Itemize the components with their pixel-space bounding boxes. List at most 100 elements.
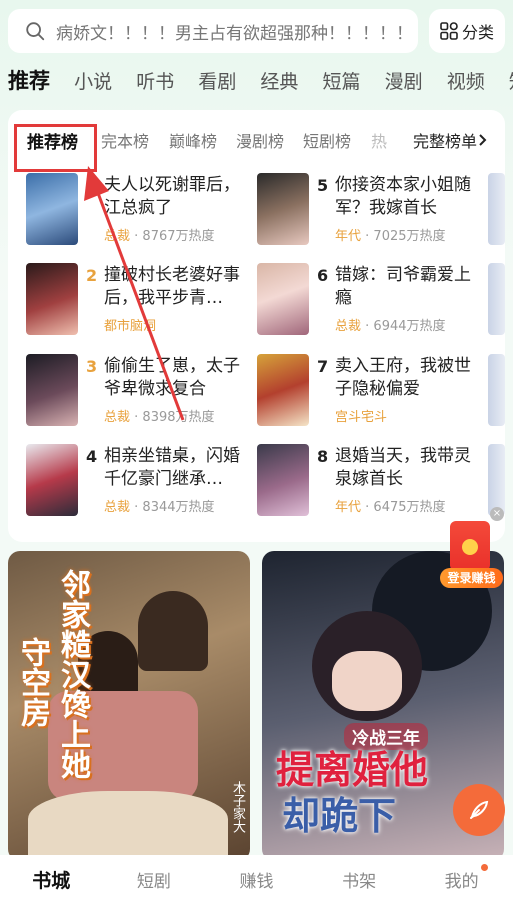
next-book-cover bbox=[488, 263, 505, 335]
tab-knowledge[interactable]: 知识 bbox=[509, 65, 513, 99]
illustration-figure bbox=[332, 651, 402, 711]
search-icon bbox=[26, 22, 45, 41]
chevron-right-icon bbox=[479, 134, 487, 146]
illustration-figure bbox=[28, 791, 228, 861]
book-meta: 都市脑洞 bbox=[104, 315, 156, 334]
bottom-tab-bookshelf[interactable]: 书架 bbox=[319, 867, 399, 892]
book-cover bbox=[26, 173, 78, 245]
book-rank: 4 bbox=[86, 447, 98, 466]
bottom-tab-profile[interactable]: 我的 bbox=[422, 863, 502, 892]
book-meta: 总裁 · 8767万热度 bbox=[104, 229, 215, 244]
book-rank: 8 bbox=[317, 447, 329, 466]
full-ranking-link[interactable]: 完整榜单 bbox=[413, 125, 505, 155]
book-item[interactable]: 6 错嫁：司爷霸爱上瘾 总裁 · 6944万热度 bbox=[257, 263, 487, 343]
book-rank: 2 bbox=[86, 266, 98, 285]
tab-comic-drama[interactable]: 漫剧 bbox=[385, 65, 423, 99]
rank-tab-completed[interactable]: 完本榜 bbox=[101, 128, 149, 152]
book-item[interactable]: 3 偷偷生了崽，太子爷卑微求复合 总裁 · 8398万热度 bbox=[26, 354, 256, 434]
tab-audiobook[interactable]: 听书 bbox=[136, 65, 174, 99]
ranking-tabs: 推荐榜 完本榜 巅峰榜 漫剧榜 短剧榜 热 完整榜单 bbox=[8, 120, 505, 172]
coin-icon bbox=[462, 539, 478, 555]
close-icon[interactable]: × bbox=[490, 507, 504, 521]
red-packet-label: 登录赚钱 bbox=[440, 568, 503, 588]
book-cover bbox=[257, 354, 309, 426]
book-tag: 总裁 bbox=[104, 229, 131, 244]
tab-recommend[interactable]: 推荐 bbox=[8, 64, 50, 98]
search-placeholder: 病娇文！！！！男主占有欲超强那种！！！！！ bbox=[56, 23, 413, 44]
banner-title: 提离婚他 却跪下 bbox=[276, 747, 428, 839]
book-title: 错嫁：司爷霸爱上瘾 bbox=[335, 265, 471, 308]
bottom-tab-profile-label: 我的 bbox=[444, 871, 479, 892]
rank-tab-short-drama[interactable]: 短剧榜 bbox=[303, 128, 351, 152]
rank-tab-comic-drama[interactable]: 漫剧榜 bbox=[236, 128, 284, 152]
tab-classic[interactable]: 经典 bbox=[260, 65, 298, 99]
rank-tab-recommend[interactable]: 推荐榜 bbox=[27, 128, 78, 153]
bottom-navigation: 书城 短剧 赚钱 书架 我的 bbox=[0, 855, 513, 903]
book-title: 夫人以死谢罪后，江总疯了 bbox=[104, 175, 240, 218]
promo-banner-left[interactable]: 邻家糙汉馋上她 守空房 木子家大 bbox=[8, 551, 250, 861]
book-cover bbox=[26, 444, 78, 516]
next-book-cover bbox=[488, 444, 505, 516]
book-heat: 8344万热度 bbox=[142, 500, 215, 515]
book-cover bbox=[26, 354, 78, 426]
book-title: 卖入王府，我被世子隐秘偏爱 bbox=[335, 356, 471, 399]
book-title: 退婚当天，我带灵泉嫁首长 bbox=[335, 446, 471, 489]
next-book-cover bbox=[488, 173, 505, 245]
category-label: 分类 bbox=[461, 23, 494, 42]
book-tag: 宫斗宅斗 bbox=[335, 410, 388, 425]
category-button[interactable]: 分类 bbox=[429, 9, 505, 53]
book-cover bbox=[257, 263, 309, 335]
book-heat: 6475万热度 bbox=[373, 500, 446, 515]
full-ranking-label: 完整榜单 bbox=[413, 132, 478, 151]
book-rank: 6 bbox=[317, 266, 329, 285]
book-item[interactable]: 4 相亲坐错桌，闪婚千亿豪门继承… 总裁 · 8344万热度 bbox=[26, 444, 256, 524]
book-cover bbox=[257, 444, 309, 516]
main-nav-tabs: 推荐 小说 听书 看剧 经典 短篇 漫剧 视频 知识 bbox=[8, 64, 513, 100]
book-cover bbox=[26, 263, 78, 335]
banner-title: 邻家糙汉馋上她 bbox=[55, 569, 90, 779]
tab-drama[interactable]: 看剧 bbox=[198, 65, 236, 99]
banner-title-secondary: 守空房 bbox=[15, 637, 50, 727]
book-item[interactable]: 5 你接资本家小姐随军？我嫁首长 年代 · 7025万热度 bbox=[257, 173, 487, 253]
book-rank: 5 bbox=[317, 176, 329, 195]
book-title: 偷偷生了崽，太子爷卑微求复合 bbox=[104, 356, 240, 399]
book-tag: 年代 bbox=[335, 500, 362, 515]
banner-title-line2: 却跪下 bbox=[282, 793, 397, 838]
book-title: 你接资本家小姐随军？我嫁首长 bbox=[335, 175, 471, 218]
book-tag: 总裁 bbox=[104, 410, 131, 425]
bottom-tab-short-drama[interactable]: 短剧 bbox=[114, 867, 194, 892]
book-meta: 年代 · 6475万热度 bbox=[335, 500, 446, 515]
book-heat: 6944万热度 bbox=[373, 319, 446, 334]
bottom-tab-bookstore[interactable]: 书城 bbox=[11, 866, 91, 893]
book-item[interactable]: 8 退婚当天，我带灵泉嫁首长 年代 · 6475万热度 bbox=[257, 444, 487, 524]
book-heat: 8398万热度 bbox=[142, 410, 215, 425]
book-heat: 7025万热度 bbox=[373, 229, 446, 244]
search-row: 病娇文！！！！男主占有欲超强那种！！！！！ 分类 bbox=[8, 9, 505, 53]
banner-author: 木子家大 bbox=[230, 781, 245, 833]
floating-feather-button[interactable] bbox=[453, 784, 505, 836]
bottom-tab-earn[interactable]: 赚钱 bbox=[216, 867, 296, 892]
search-input[interactable]: 病娇文！！！！男主占有欲超强那种！！！！！ bbox=[8, 9, 418, 53]
book-title: 相亲坐错桌，闪婚千亿豪门继承… bbox=[104, 446, 240, 489]
book-rank: 7 bbox=[317, 357, 329, 376]
book-item[interactable]: 2 撞破村长老婆好事后，我平步青… 都市脑洞 bbox=[26, 263, 256, 343]
tab-short[interactable]: 短篇 bbox=[323, 65, 361, 99]
book-heat: 8767万热度 bbox=[142, 229, 215, 244]
book-tag: 总裁 bbox=[335, 319, 362, 334]
book-meta: 年代 · 7025万热度 bbox=[335, 229, 446, 244]
book-title: 撞破村长老婆好事后，我平步青… bbox=[104, 265, 240, 308]
book-meta: 总裁 · 6944万热度 bbox=[335, 319, 446, 334]
illustration-figure bbox=[138, 591, 208, 671]
tab-video[interactable]: 视频 bbox=[447, 65, 485, 99]
book-rank: 3 bbox=[86, 357, 98, 376]
rank-tab-peak[interactable]: 巅峰榜 bbox=[169, 128, 217, 152]
next-book-cover bbox=[488, 354, 505, 426]
notification-dot bbox=[480, 863, 488, 871]
book-item[interactable]: 7 卖入王府，我被世子隐秘偏爱 宫斗宅斗 bbox=[257, 354, 487, 434]
tab-novel[interactable]: 小说 bbox=[74, 65, 112, 99]
book-item[interactable]: 1 夫人以死谢罪后，江总疯了 总裁 · 8767万热度 bbox=[26, 173, 256, 253]
banner-title-line1: 提离婚他 bbox=[276, 747, 429, 792]
red-packet-widget[interactable]: 登录赚钱 × bbox=[440, 507, 504, 591]
rank-tab-hot[interactable]: 热 bbox=[371, 128, 399, 152]
banner-subtitle: 冷战三年 bbox=[344, 723, 428, 750]
